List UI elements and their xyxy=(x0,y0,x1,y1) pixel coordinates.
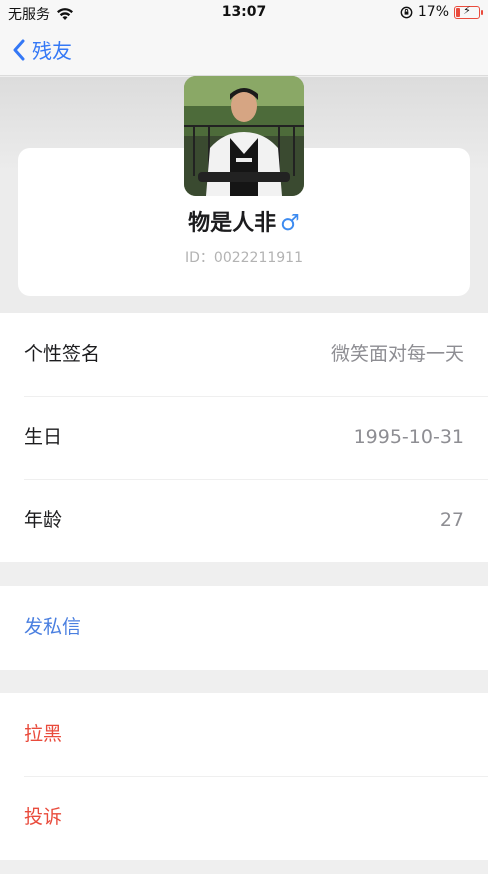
report-button[interactable]: 投诉 xyxy=(0,776,488,859)
message-group: 发私信 xyxy=(0,586,488,670)
info-row-age: 年龄 27 xyxy=(0,479,488,562)
orientation-lock-icon xyxy=(400,6,413,18)
block-button[interactable]: 拉黑 xyxy=(0,693,488,776)
back-button[interactable]: 残友 xyxy=(12,35,72,64)
moderation-group: 拉黑 投诉 xyxy=(0,693,488,860)
signature-label: 个性签名 xyxy=(24,343,101,365)
navigation-bar: 残友 xyxy=(0,26,488,76)
info-row-birthday: 生日 1995-10-31 xyxy=(0,396,488,479)
info-row-signature: 个性签名 微笑面对每一天 xyxy=(0,313,488,396)
status-right: 17% ⚡ xyxy=(400,3,483,20)
male-gender-icon: ♂ xyxy=(280,211,300,236)
user-id: ID：0022211911 xyxy=(185,250,303,266)
send-message-button[interactable]: 发私信 xyxy=(0,586,488,670)
charging-icon: ⚡ xyxy=(463,3,471,17)
battery-icon: ⚡ xyxy=(454,3,483,19)
birthday-label: 生日 xyxy=(24,426,63,448)
info-group: 个性签名 微笑面对每一天 生日 1995-10-31 年龄 27 xyxy=(0,313,488,562)
back-label: 残友 xyxy=(32,39,72,63)
chevron-left-icon xyxy=(13,39,25,60)
send-message-label: 发私信 xyxy=(24,616,82,638)
block-label: 拉黑 xyxy=(24,723,63,745)
signature-value: 微笑面对每一天 xyxy=(330,343,464,365)
age-label: 年龄 xyxy=(24,509,63,531)
birthday-value: 1995-10-31 xyxy=(353,426,464,448)
avatar[interactable] xyxy=(184,76,304,196)
avatar-photo xyxy=(184,76,304,196)
username-row: 物是人非 ♂ xyxy=(0,205,488,237)
battery-percent: 17% xyxy=(417,4,449,20)
status-bar: 无服务 13:07 17% ⚡ xyxy=(0,0,488,26)
report-label: 投诉 xyxy=(24,806,63,828)
username: 物是人非 xyxy=(188,211,277,236)
age-value: 27 xyxy=(439,509,464,531)
